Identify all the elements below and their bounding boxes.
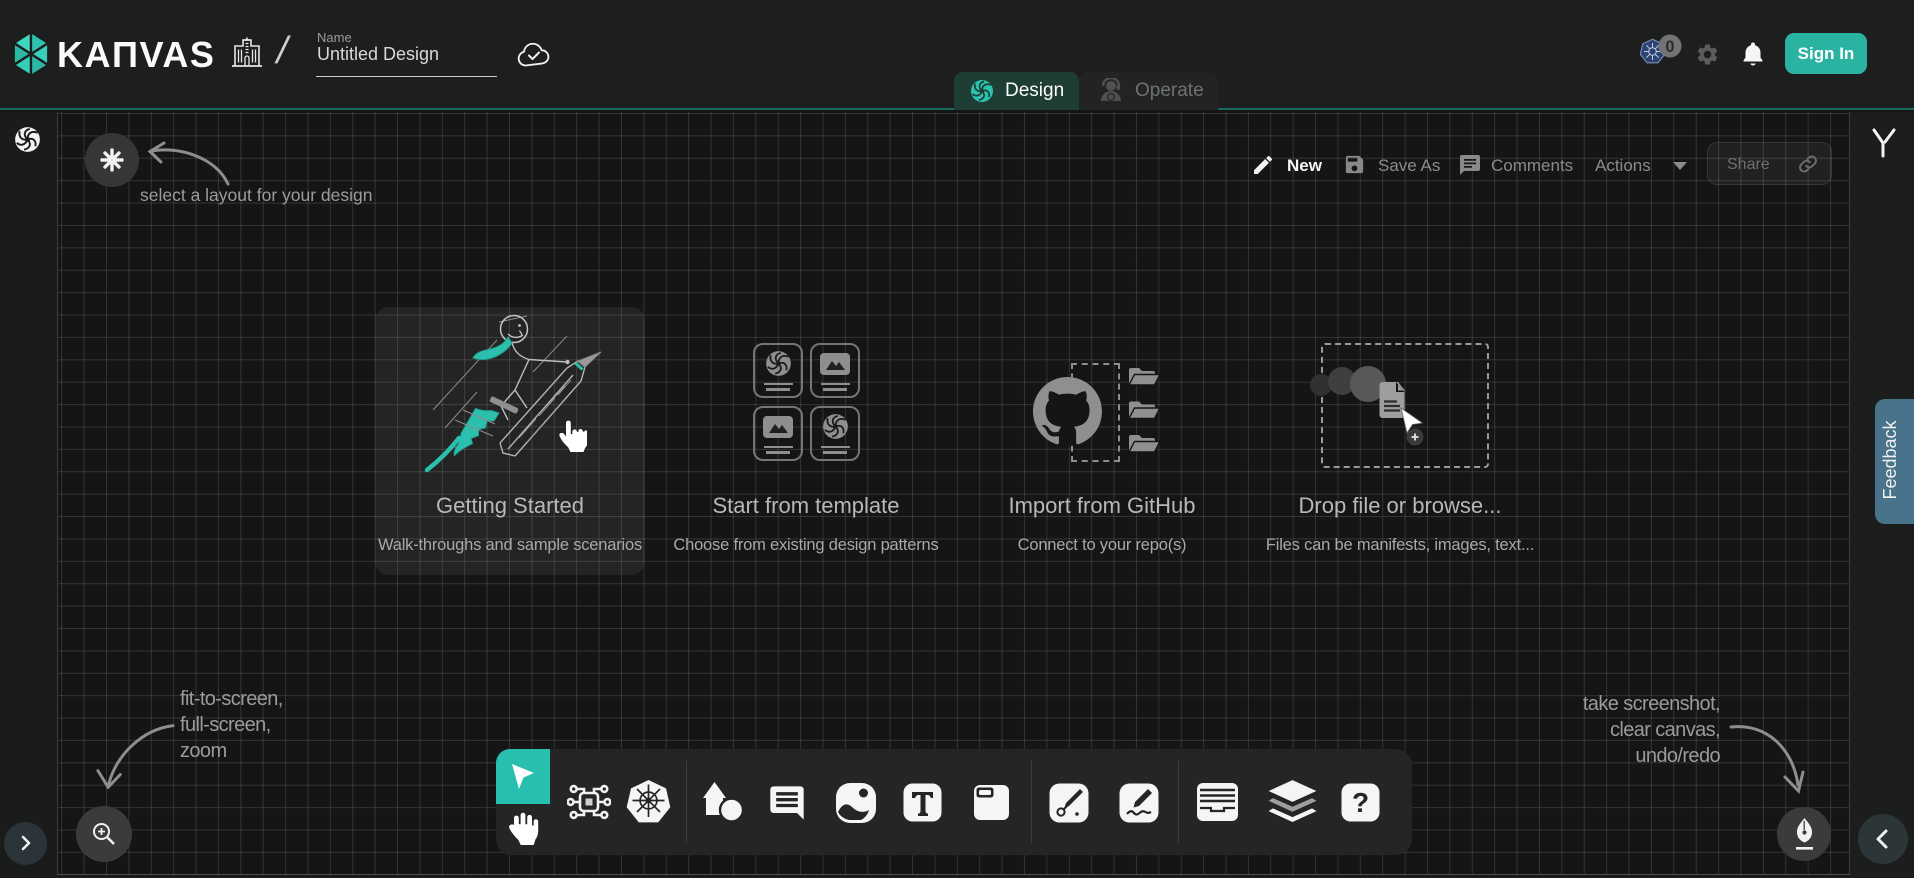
svg-text:?: ? <box>1352 787 1369 818</box>
svg-text:0: 0 <box>1665 38 1674 56</box>
